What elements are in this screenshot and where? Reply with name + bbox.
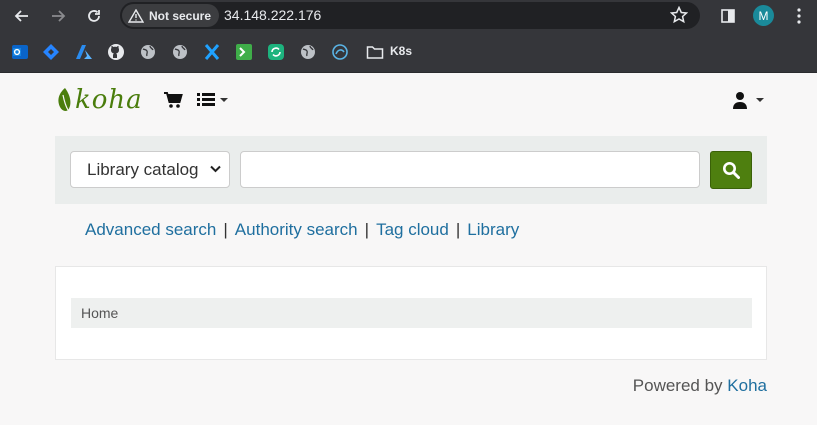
more-vert-icon [797,8,801,24]
bookmark-terminal[interactable] [235,43,253,61]
warning-icon [128,8,144,23]
jira-icon [43,44,59,60]
bookmark-cross-app[interactable] [203,43,221,61]
star-icon [669,5,689,24]
breadcrumb-home[interactable]: Home [81,305,118,321]
search-bar: Library catalog [55,136,767,204]
reload-icon [88,10,100,22]
address-bar[interactable]: Not secure 34.148.222.176 [120,2,700,29]
library-link[interactable]: Library [467,220,519,240]
bookmark-azure[interactable] [75,43,93,61]
side-panel-icon [721,9,735,23]
search-scope-value: Library catalog [87,159,199,179]
user-icon [733,92,747,109]
back-button[interactable] [11,5,33,27]
arrow-left-icon [14,10,28,22]
globe-icon [301,45,315,59]
powered-by-label: Powered by [632,376,723,395]
caret-down-icon [220,97,228,102]
bookmark-sync-app[interactable] [267,43,285,61]
swirl-icon [332,44,348,60]
link-separator: | [223,220,228,239]
link-separator: | [455,220,461,239]
security-chip[interactable]: Not secure [122,4,220,27]
bookmark-globe-1[interactable] [139,43,157,61]
search-submit-button[interactable] [710,151,752,189]
reload-button[interactable] [83,5,105,27]
bookmark-globe-2[interactable] [171,43,189,61]
bookmark-folder-label[interactable]: K8s [390,44,412,58]
logo-text: koha [75,85,143,115]
globe-icon [173,45,187,59]
cart-icon [164,92,183,108]
list-icon [197,93,215,106]
forward-button[interactable] [47,5,69,27]
security-label: Not secure [149,8,212,23]
arrow-right-icon [52,10,66,22]
caret-down-icon [756,98,764,102]
bookmark-star-button[interactable] [669,5,689,29]
x-logo-icon [204,44,220,60]
koha-link[interactable]: Koha [727,376,767,395]
bookmark-github[interactable] [107,43,125,61]
terminal-icon [236,44,252,60]
browser-toolbar: Not secure 34.148.222.176 M [0,0,817,32]
page-content: koha Library catalog Advanced search | A… [0,73,817,425]
sync-icon [268,44,284,60]
chrome-menu-button[interactable] [788,5,810,27]
footer-powered-by: Powered by Koha [633,376,767,396]
github-icon [108,44,124,60]
lists-dropdown[interactable] [197,92,229,107]
bookmark-globe-3[interactable] [299,43,317,61]
tag-cloud-link[interactable]: Tag cloud [376,220,449,240]
main-content-box: Home [55,266,767,360]
koha-logo[interactable]: koha [55,83,143,117]
profile-avatar[interactable]: M [753,5,774,26]
advanced-search-link[interactable]: Advanced search [85,220,216,240]
chevron-down-icon [210,165,221,173]
search-scope-select[interactable]: Library catalog [70,151,230,188]
bookmark-swirl-app[interactable] [331,43,349,61]
search-icon [723,162,740,179]
search-input[interactable] [240,151,700,188]
bookmarks-bar: K8s [0,32,817,73]
authority-search-link[interactable]: Authority search [235,220,358,240]
outlook-icon [12,45,28,59]
globe-icon [141,45,155,59]
leaf-icon [58,88,71,111]
url-text: 34.148.222.176 [224,7,322,23]
breadcrumb: Home [71,298,752,328]
bookmark-outlook[interactable] [11,43,29,61]
azure-icon [76,45,92,59]
link-separator: | [364,220,370,239]
bookmark-jira[interactable] [42,43,60,61]
search-links: Advanced search | Authority search | Tag… [85,220,519,240]
user-menu[interactable] [731,91,765,109]
bookmark-folder[interactable] [366,43,384,61]
folder-icon [366,46,384,59]
side-panel-button[interactable] [717,5,739,27]
cart-button[interactable] [163,91,183,114]
